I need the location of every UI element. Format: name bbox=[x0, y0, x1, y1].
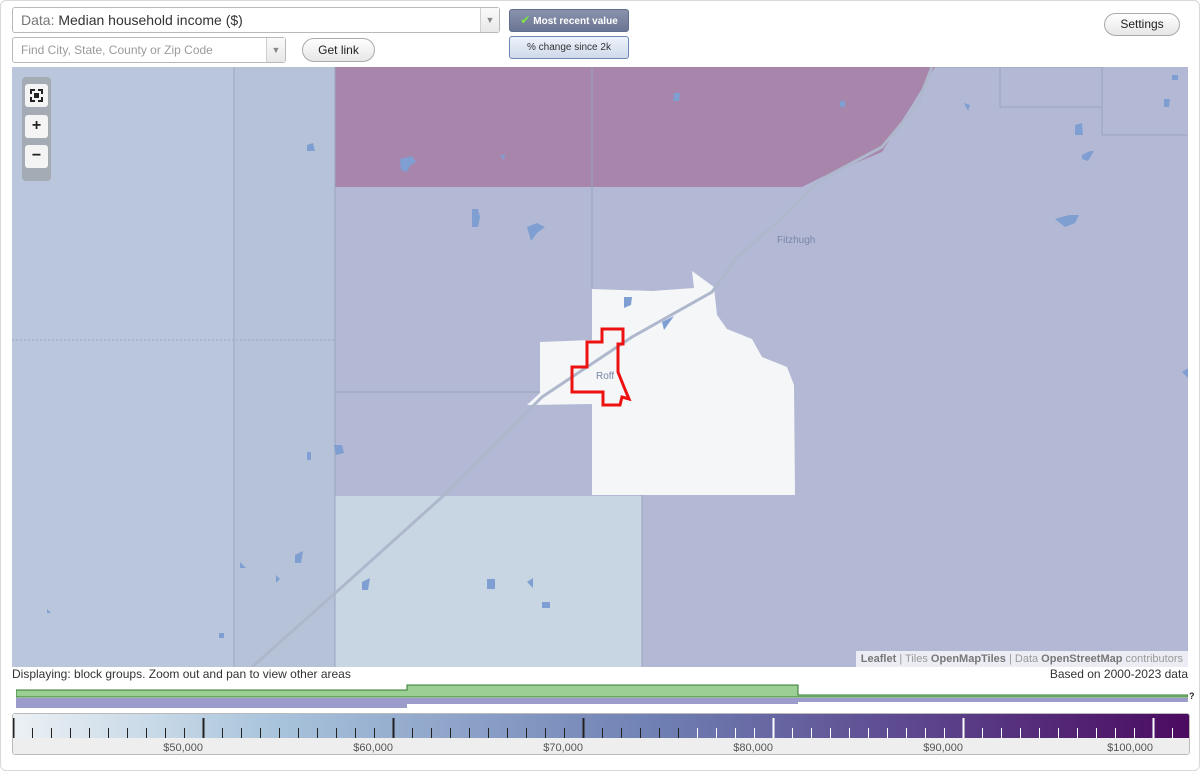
histogram-bar-purple bbox=[798, 698, 1188, 702]
plus-icon: + bbox=[31, 117, 42, 134]
fullscreen-button[interactable] bbox=[25, 84, 48, 107]
search-input[interactable] bbox=[21, 43, 261, 57]
based-on-text: Based on 2000-2023 data bbox=[1049, 667, 1188, 681]
color-legend: $50,000 $60,000 $70,000 $80,000 $90,000 $100,… bbox=[12, 713, 1190, 755]
openstreetmap-link[interactable]: OpenStreetMap bbox=[1041, 653, 1122, 665]
fullscreen-icon bbox=[30, 89, 43, 102]
zoom-in-button[interactable]: + bbox=[25, 115, 48, 138]
most-recent-value-toggle[interactable]: ✔ Most recent value bbox=[509, 9, 629, 32]
attribution-sep1: | Tiles bbox=[896, 653, 931, 665]
settings-button[interactable]: Settings bbox=[1104, 13, 1180, 36]
value-histogram bbox=[16, 684, 1188, 708]
most-recent-value-label: Most recent value bbox=[533, 16, 618, 27]
percent-change-toggle[interactable]: % change since 2k bbox=[509, 36, 629, 59]
location-search[interactable]: ▼ bbox=[12, 37, 286, 63]
histogram-bar-purple bbox=[407, 698, 798, 704]
attribution-sep2: | Data bbox=[1005, 653, 1042, 665]
chevron-down-icon[interactable]: ▼ bbox=[480, 8, 499, 32]
place-label-fitzhugh: Fitzhugh bbox=[777, 235, 816, 246]
region-north-high-income[interactable] bbox=[335, 67, 935, 187]
map[interactable]: Fitzhugh Roff + − Leaflet | Tiles OpenMa… bbox=[12, 67, 1188, 667]
legend-label: $50,000 bbox=[163, 742, 203, 754]
help-icon[interactable]: ? bbox=[1189, 691, 1195, 701]
legend-label: $70,000 bbox=[543, 742, 583, 754]
histogram-bar-purple bbox=[16, 698, 407, 708]
histogram-bars-green bbox=[16, 684, 1188, 698]
attribution-contributors: contributors bbox=[1122, 653, 1183, 665]
get-link-button[interactable]: Get link bbox=[302, 38, 375, 62]
legend-label: $100,000 bbox=[1107, 742, 1153, 754]
legend-scale: $50,000 $60,000 $70,000 $80,000 $90,000 $100,… bbox=[13, 714, 1189, 754]
map-attribution: Leaflet | Tiles OpenMapTiles | Data Open… bbox=[855, 651, 1188, 667]
map-canvas[interactable] bbox=[12, 67, 1188, 667]
region-no-data[interactable] bbox=[527, 271, 795, 495]
minus-icon: − bbox=[31, 147, 42, 164]
legend-label: $80,000 bbox=[733, 742, 773, 754]
leaflet-link[interactable]: Leaflet bbox=[861, 653, 896, 665]
legend-label: $60,000 bbox=[353, 742, 393, 754]
zoom-out-button[interactable]: − bbox=[25, 145, 48, 168]
openmaptiles-link[interactable]: OpenMapTiles bbox=[931, 653, 1006, 665]
chevron-down-icon[interactable]: ▼ bbox=[266, 38, 285, 62]
data-select-prefix: Data: bbox=[21, 12, 55, 28]
legend-gradient bbox=[13, 714, 1189, 738]
check-icon: ✔ bbox=[520, 13, 531, 27]
displaying-text: Displaying: block groups. Zoom out and p… bbox=[12, 667, 351, 681]
legend-label: $90,000 bbox=[923, 742, 963, 754]
map-zoom-controls: + − bbox=[22, 77, 51, 181]
data-select[interactable]: Data: Median household income ($) ▼ bbox=[12, 7, 500, 33]
place-label-roff: Roff bbox=[596, 371, 615, 382]
data-select-value: Median household income ($) bbox=[58, 12, 243, 28]
